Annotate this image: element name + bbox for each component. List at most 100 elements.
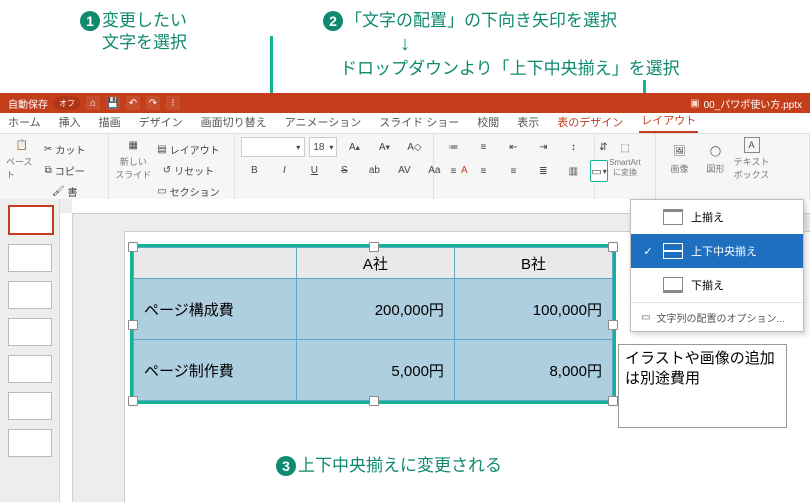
side-textbox[interactable]: イラストや画像の追加は別途費用 [618, 344, 787, 428]
qat-more-icon[interactable]: ⁝ [166, 96, 180, 110]
decrease-indent-button[interactable]: ⇤ [500, 137, 526, 157]
columns-icon: ▥ [569, 166, 578, 177]
indent-dec-icon: ⇤ [509, 142, 517, 153]
thumbnail-7[interactable] [8, 429, 52, 457]
increase-font-button[interactable]: A▴ [341, 137, 367, 157]
autosave-toggle[interactable]: オフ [54, 96, 80, 110]
shadow-button[interactable]: ab [361, 160, 387, 180]
layout-icon: ▤ [157, 144, 166, 155]
tab-view[interactable]: 表示 [515, 111, 541, 133]
tab-table-layout[interactable]: レイアウト [639, 109, 698, 133]
handle-nw[interactable] [128, 242, 138, 252]
font-family-select[interactable]: ▾ [241, 137, 305, 157]
new-slide-button[interactable]: ▦ 新しい スライド [115, 137, 151, 181]
tab-slideshow[interactable]: スライド ショー [377, 111, 461, 133]
home-icon[interactable]: ⌂ [86, 96, 100, 110]
align-right-button[interactable]: ≡ [500, 161, 526, 181]
callout-1: 1変更したい 文字を選択 [80, 10, 187, 54]
tab-design[interactable]: デザイン [137, 111, 185, 133]
autosave-label: 自動保存 [8, 96, 48, 111]
align-left-button[interactable]: ≡ [440, 161, 466, 181]
handle-s[interactable] [369, 396, 379, 406]
tab-draw[interactable]: 描画 [97, 111, 123, 133]
strike-button[interactable]: S [331, 160, 357, 180]
handle-n[interactable] [369, 242, 379, 252]
line-spacing-icon: ↕ [571, 142, 576, 153]
insert-image-button[interactable]: 🖼 画像 [662, 137, 698, 181]
thumbnail-2[interactable] [8, 244, 52, 272]
save-icon[interactable]: 💾 [106, 96, 120, 110]
valign-menu: 上揃え ✓ 上下中央揃え 下揃え ▭ 文字列の配置のオプション... [630, 199, 804, 332]
format-painter-button[interactable]: 🖌書 [40, 181, 89, 201]
row1-a[interactable]: 200,000円 [296, 279, 454, 340]
italic-button[interactable]: I [271, 160, 297, 180]
options-icon: ▭ [641, 312, 650, 323]
thumbnail-5[interactable] [8, 355, 52, 383]
row2-label[interactable]: ページ制作費 [134, 340, 297, 401]
handle-sw[interactable] [128, 396, 138, 406]
reset-button[interactable]: ↺リセット [153, 160, 223, 180]
th-a: A社 [296, 248, 454, 279]
paste-button[interactable]: 📋 ペースト [6, 137, 38, 181]
bold-button[interactable]: B [241, 160, 267, 180]
window-filename: ▣ 00_パワポ使い方.pptx [690, 96, 802, 111]
char-spacing-button[interactable]: AV [391, 160, 417, 180]
underline-button[interactable]: U [301, 160, 327, 180]
section-button[interactable]: ▭セクション [153, 181, 223, 201]
shapes-icon: ◯ [708, 144, 724, 160]
valign-more-options[interactable]: ▭ 文字列の配置のオプション... [631, 302, 803, 331]
bullets-button[interactable]: ≔ [440, 137, 466, 157]
tab-transitions[interactable]: 画面切り替え [199, 111, 269, 133]
scissors-icon: ✂ [44, 144, 52, 155]
handle-w[interactable] [128, 320, 138, 330]
middle-align-icon [663, 243, 683, 259]
tab-insert[interactable]: 挿入 [57, 111, 83, 133]
align-justify-button[interactable]: ≣ [530, 161, 556, 181]
columns-button[interactable]: ▥ [560, 161, 586, 181]
thumbnail-6[interactable] [8, 392, 52, 420]
thumbnail-1[interactable] [8, 205, 54, 235]
selected-table[interactable]: A社 B社 ページ構成費 200,000円 100,000円 ページ制作費 5,… [130, 244, 616, 404]
cut-button[interactable]: ✂カット [40, 139, 89, 159]
numbering-button[interactable]: ≡ [470, 137, 496, 157]
align-justify-icon: ≣ [539, 166, 547, 177]
th-b: B社 [454, 248, 612, 279]
tab-animations[interactable]: アニメーション [283, 111, 364, 133]
ribbon: 📋 ペースト ✂カット ⧉コピー 🖌書 ▦ 新しい スライド ▤レイアウト ↺リ… [0, 134, 810, 200]
bottom-align-icon [663, 277, 683, 293]
thumbnail-4[interactable] [8, 318, 52, 346]
layout-button[interactable]: ▤レイアウト [153, 139, 223, 159]
valign-middle[interactable]: ✓ 上下中央揃え [631, 234, 803, 268]
line-spacing-button[interactable]: ↕ [560, 137, 586, 157]
font-size-select[interactable]: 18▾ [309, 137, 337, 157]
handle-e[interactable] [608, 320, 618, 330]
align-center-icon: ≡ [480, 166, 486, 177]
tab-review[interactable]: 校閲 [475, 111, 501, 133]
image-icon: 🖼 [672, 144, 688, 160]
copy-button[interactable]: ⧉コピー [40, 160, 89, 180]
row1-label[interactable]: ページ構成費 [134, 279, 297, 340]
decrease-font-button[interactable]: A▾ [371, 137, 397, 157]
valign-top[interactable]: 上揃え [631, 200, 803, 234]
row2-a[interactable]: 5,000円 [296, 340, 454, 401]
increase-indent-button[interactable]: ⇥ [530, 137, 556, 157]
insert-textbox-button[interactable]: A テキスト ボックス [734, 137, 770, 181]
tab-home[interactable]: ホーム [6, 111, 43, 133]
convert-smartart-button[interactable]: ⬚ SmartArt に変換 [603, 137, 647, 181]
align-center-button[interactable]: ≡ [470, 161, 496, 181]
thumbnail-3[interactable] [8, 281, 52, 309]
handle-ne[interactable] [608, 242, 618, 252]
handle-se[interactable] [608, 396, 618, 406]
list-ul-icon: ≔ [448, 142, 458, 153]
redo-icon[interactable]: ↷ [146, 96, 160, 110]
clear-format-button[interactable]: A◇ [401, 137, 427, 157]
indent-inc-icon: ⇥ [539, 142, 547, 153]
align-left-icon: ≡ [450, 166, 456, 177]
row2-b[interactable]: 8,000円 [454, 340, 612, 401]
tab-table-design[interactable]: 表のデザイン [555, 111, 625, 133]
valign-bottom[interactable]: 下揃え [631, 268, 803, 302]
clipboard-icon: 📋 [14, 137, 30, 153]
undo-icon[interactable]: ↶ [126, 96, 140, 110]
row1-b[interactable]: 100,000円 [454, 279, 612, 340]
insert-shape-button[interactable]: ◯ 図形 [698, 137, 734, 181]
